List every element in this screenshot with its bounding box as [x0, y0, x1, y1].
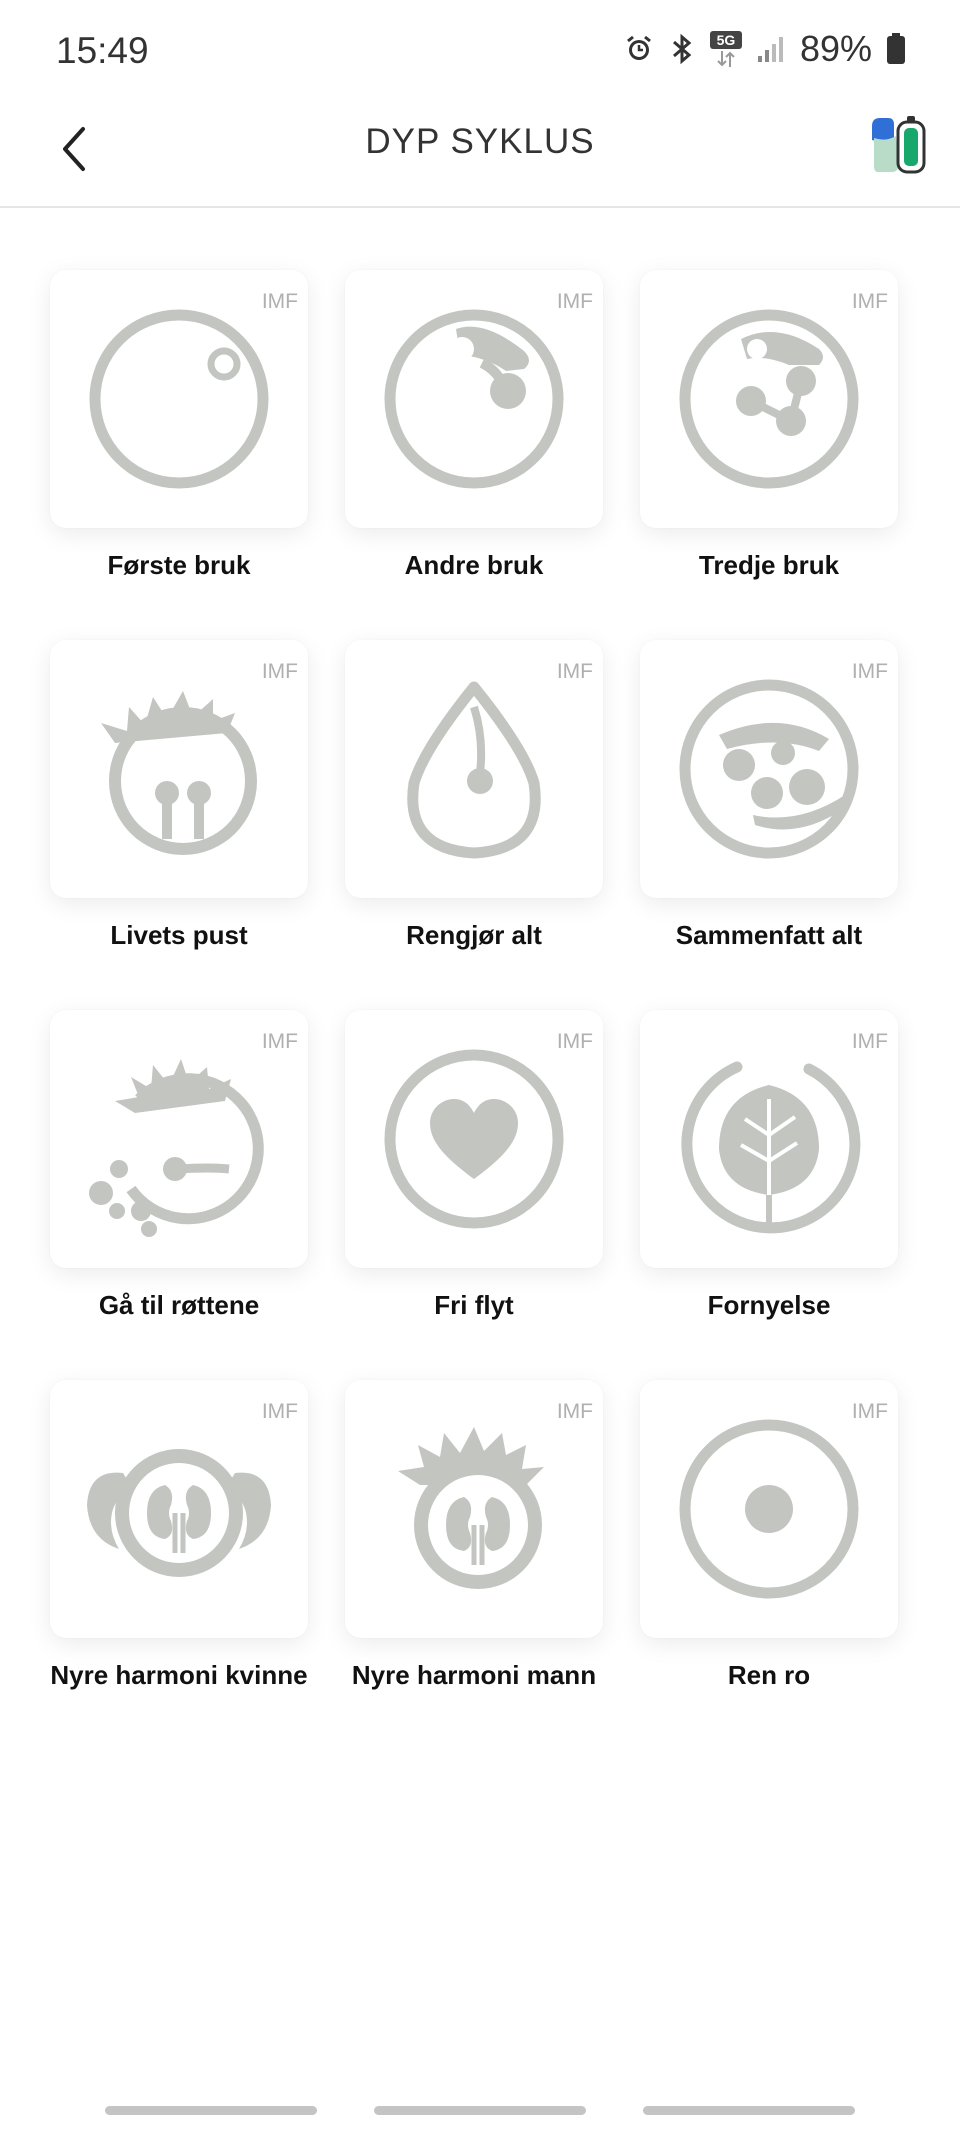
- program-tile: IMF: [345, 1010, 603, 1268]
- kidney-male-icon: [398, 1427, 544, 1589]
- status-time: 15:49: [56, 30, 149, 71]
- leaf-icon: [681, 1061, 861, 1234]
- app-header: DYP SYKLUS: [0, 100, 960, 208]
- third-use-icon: [679, 309, 859, 489]
- program-tile: IMF: [50, 270, 308, 528]
- program-label: Sammenfatt alt: [675, 920, 863, 950]
- program-card-tredje-bruk[interactable]: IMF Tredje bruk: [640, 270, 898, 640]
- page-title: DYP SYKLUS: [365, 122, 595, 161]
- battery-icon: [886, 33, 906, 65]
- program-tile: IMF: [640, 1380, 898, 1638]
- program-tile: IMF: [345, 640, 603, 898]
- program-label: Fornyelse: [707, 1290, 831, 1320]
- kidney-female-icon: [87, 1449, 271, 1577]
- status-icons: 5G 89%: [624, 28, 906, 70]
- signal-icon: [756, 34, 786, 64]
- program-tile: IMF: [345, 270, 603, 528]
- nav-handle-center[interactable]: [374, 2106, 586, 2115]
- program-label: Andre bruk: [404, 550, 544, 580]
- program-tile: IMF: [50, 1010, 308, 1268]
- program-card-sammenfatt-alt[interactable]: IMF Sammenfatt alt: [640, 640, 898, 1010]
- alarm-icon: [624, 34, 654, 64]
- program-grid: IMF Første bruk IMF Andre bruk IMF Tredj…: [50, 270, 910, 1750]
- bottom-nav-handles: [0, 2106, 960, 2116]
- nav-handle-right[interactable]: [643, 2106, 855, 2115]
- bluetooth-icon: [668, 33, 696, 65]
- nav-handle-left[interactable]: [105, 2106, 317, 2115]
- program-card-fri-flyt[interactable]: IMF Fri flyt: [345, 1010, 603, 1380]
- heart-icon: [384, 1049, 564, 1229]
- program-card-nyre-harmoni-mann[interactable]: IMF Nyre harmoni mann: [345, 1380, 603, 1750]
- program-label: Ren ro: [727, 1660, 811, 1690]
- program-label: Nyre harmoni kvinne: [50, 1660, 308, 1690]
- program-tile: IMF: [50, 1380, 308, 1638]
- program-tile: IMF: [640, 270, 898, 528]
- summarize-all-icon: [679, 679, 859, 859]
- program-card-ga-til-rottene[interactable]: IMF Gå til røttene: [50, 1010, 308, 1380]
- program-tile: IMF: [50, 640, 308, 898]
- program-card-rengjor-alt[interactable]: IMF Rengjør alt: [345, 640, 603, 1010]
- program-card-livets-pust[interactable]: IMF Livets pust: [50, 640, 308, 1010]
- program-card-fornyelse[interactable]: IMF Fornyelse: [640, 1010, 898, 1380]
- device-status-button[interactable]: [868, 110, 930, 178]
- program-label: Første bruk: [107, 550, 251, 580]
- program-label: Nyre harmoni mann: [351, 1660, 597, 1690]
- program-card-ren-ro[interactable]: IMF Ren ro: [640, 1380, 898, 1750]
- drop-icon: [407, 681, 541, 859]
- program-label: Fri flyt: [434, 1290, 514, 1320]
- program-label: Rengjør alt: [406, 920, 542, 950]
- battery-percent: 89%: [799, 28, 872, 69]
- 5g-icon: 5G: [709, 31, 742, 67]
- first-use-icon: [89, 309, 269, 489]
- breath-of-life-icon: [101, 691, 257, 855]
- program-card-nyre-harmoni-kvinne[interactable]: IMF Nyre harmoni kvinne: [50, 1380, 308, 1750]
- program-tile: IMF: [345, 1380, 603, 1638]
- device-status-icon: [872, 116, 926, 174]
- program-tile: IMF: [640, 1010, 898, 1268]
- program-label: Livets pust: [110, 920, 248, 950]
- roots-icon: [89, 1059, 264, 1237]
- program-card-andre-bruk[interactable]: IMF Andre bruk: [345, 270, 603, 640]
- program-label: Gå til røttene: [98, 1290, 260, 1320]
- second-use-icon: [384, 309, 564, 489]
- network-label: 5G: [709, 31, 742, 49]
- status-bar: 15:49 5G 89%: [0, 0, 960, 100]
- program-label: Tredje bruk: [698, 550, 840, 580]
- pure-calm-icon: [679, 1419, 859, 1599]
- program-card-forste-bruk[interactable]: IMF Første bruk: [50, 270, 308, 640]
- program-tile: IMF: [640, 640, 898, 898]
